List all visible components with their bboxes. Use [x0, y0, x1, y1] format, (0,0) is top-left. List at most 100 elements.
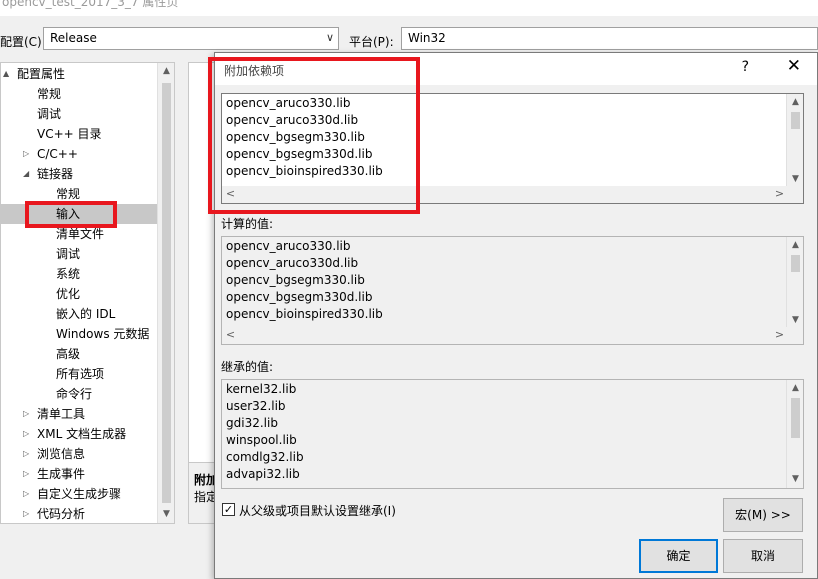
dialog-title: 附加依赖项	[224, 64, 285, 78]
tree-item-label: 输入	[56, 207, 81, 221]
expander-icon[interactable]: ▷	[23, 464, 29, 484]
tree-item[interactable]: 优化	[1, 284, 158, 304]
computed-values-box[interactable]: opencv_aruco330.lib opencv_aruco330d.lib o…	[221, 236, 804, 345]
tree-item-label: VC++ 目录	[37, 127, 102, 141]
tree-item[interactable]: 高级	[1, 344, 158, 364]
inherited-scroll-thumb[interactable]	[791, 398, 800, 438]
expander-icon[interactable]: ▷	[23, 444, 29, 464]
tree-item[interactable]: 常规	[1, 84, 158, 104]
tree-item-label: 所有选项	[56, 367, 105, 381]
dependencies-edit-box[interactable]: opencv_aruco330.lib opencv_aruco330d.lib o…	[221, 93, 804, 204]
cancel-button[interactable]: 取消	[723, 539, 803, 573]
ok-button[interactable]: 确定	[639, 539, 718, 573]
edit-scroll-thumb[interactable]	[791, 112, 800, 129]
tree-item[interactable]: ▲ 配置属性	[1, 64, 158, 84]
scroll-down-icon[interactable]: ▼	[787, 471, 803, 488]
list-item: opencv_bgsegm330.lib	[226, 273, 365, 287]
expander-icon[interactable]: ◢	[23, 164, 29, 184]
expander-icon[interactable]: ▷	[23, 484, 29, 504]
expander-icon[interactable]: ▲	[3, 64, 9, 84]
expander-icon[interactable]: ▷	[23, 144, 29, 164]
expander-icon[interactable]: ▷	[23, 424, 29, 444]
additional-dependencies-dialog: 附加依赖项 ? ✕ opencv_aruco330.lib opencv_aruc…	[214, 52, 818, 579]
property-grid[interactable]	[188, 62, 216, 524]
tree-item[interactable]: 调试	[1, 244, 158, 264]
computed-hscrollbar[interactable]: < >	[222, 327, 788, 344]
tree-item[interactable]: Windows 元数据	[1, 324, 158, 344]
edit-hscrollbar[interactable]: < >	[222, 186, 788, 203]
tree-item[interactable]: 常规	[1, 184, 158, 204]
help-icon[interactable]: ?	[742, 59, 749, 75]
tree-item-label: 高级	[56, 347, 81, 361]
scroll-left-icon[interactable]: <	[222, 327, 239, 344]
scroll-left-icon[interactable]: <	[222, 186, 239, 203]
tree-item-label: XML 文档生成器	[37, 427, 127, 441]
tree-item-label: 链接器	[37, 167, 74, 181]
tree-item-label: 清单文件	[56, 227, 105, 241]
tree-scrollbar[interactable]: ▲ ▼	[157, 63, 174, 523]
tree-item[interactable]: 命令行	[1, 384, 158, 404]
inherit-checkbox[interactable]: ✓	[222, 503, 235, 516]
list-item: opencv_bioinspired330.lib	[226, 164, 383, 178]
config-dropdown[interactable]: Release ∨	[43, 27, 339, 50]
computed-vscrollbar[interactable]: ▲ ▼	[786, 237, 803, 329]
list-item: gdi32.lib	[226, 416, 278, 430]
list-item: opencv_aruco330d.lib	[226, 256, 359, 270]
tree-scroll-thumb[interactable]	[162, 83, 171, 503]
computed-scroll-thumb[interactable]	[791, 255, 800, 272]
tree-item[interactable]: ◢ 链接器	[1, 164, 158, 184]
inherit-checkbox-label[interactable]: 从父级或项目默认设置继承(I)	[239, 502, 396, 519]
inherited-values-box[interactable]: kernel32.lib user32.lib gdi32.lib winspool.…	[221, 379, 804, 489]
scroll-up-icon[interactable]: ▲	[158, 63, 174, 80]
scroll-up-icon[interactable]: ▲	[787, 380, 803, 397]
tree-item[interactable]: ▷ 自定义生成步骤	[1, 484, 158, 504]
edit-vscrollbar[interactable]: ▲ ▼	[786, 94, 803, 188]
tree-item-label: 浏览信息	[37, 447, 86, 461]
tree-item[interactable]: ▷ XML 文档生成器	[1, 424, 158, 444]
tree-item[interactable]: ▷ C/C++	[1, 144, 158, 164]
platform-dropdown[interactable]: Win32	[401, 27, 818, 50]
list-item: opencv_bioinspired330.lib	[226, 307, 383, 321]
tree-item-label: 生成事件	[37, 467, 86, 481]
macros-button[interactable]: 宏(M) >>	[723, 498, 803, 532]
list-item: opencv_bgsegm330d.lib	[226, 147, 373, 161]
platform-value: Win32	[408, 31, 446, 45]
dialog-titlebar: 附加依赖项 ? ✕	[215, 53, 817, 85]
description-title: 附加	[194, 473, 216, 487]
list-item: kernel32.lib	[226, 382, 297, 396]
list-item: user32.lib	[226, 399, 286, 413]
computed-values-label: 计算的值:	[221, 217, 274, 231]
scroll-up-icon[interactable]: ▲	[787, 94, 803, 111]
tree-item-label: 自定义生成步骤	[37, 487, 122, 501]
tree-item[interactable]: ▷ 代码分析	[1, 504, 158, 523]
expander-icon[interactable]: ▷	[23, 504, 29, 523]
scroll-down-icon[interactable]: ▼	[158, 506, 174, 523]
config-value: Release	[50, 31, 97, 45]
tree-item[interactable]: 系统	[1, 264, 158, 284]
property-tree[interactable]: ▲ 配置属性 常规 调试 VC++ 目录 ▷ C/C++ ◢ 链接器 常规 输入 清单文件 调试 系统 优化…	[0, 62, 175, 524]
tree-item-label: 命令行	[56, 387, 93, 401]
expander-icon[interactable]: ▷	[23, 404, 29, 424]
config-label: 配置(C):	[0, 35, 46, 49]
tree-item[interactable]: ▷ 浏览信息	[1, 444, 158, 464]
tree-item[interactable]: ▷ 生成事件	[1, 464, 158, 484]
close-icon[interactable]: ✕	[787, 56, 801, 76]
tree-item-label: 系统	[56, 267, 81, 281]
tree-item[interactable]: 调试	[1, 104, 158, 124]
tree-item[interactable]: VC++ 目录	[1, 124, 158, 144]
tree-item-label: 清单工具	[37, 407, 86, 421]
tree-item-label: 调试	[37, 107, 62, 121]
tree-item[interactable]: 嵌入的 IDL	[1, 304, 158, 324]
scroll-up-icon[interactable]: ▲	[787, 237, 803, 254]
tree-item-label: 代码分析	[37, 507, 86, 521]
tree-item[interactable]: 所有选项	[1, 364, 158, 384]
inherited-values-label: 继承的值:	[221, 360, 274, 374]
tree-item[interactable]: ▷ 清单工具	[1, 404, 158, 424]
tree-item-label: 配置属性	[17, 67, 66, 81]
tree-item-label: Windows 元数据	[56, 327, 150, 341]
tree-item-label: 调试	[56, 247, 81, 261]
list-item: opencv_bgsegm330.lib	[226, 130, 365, 144]
tree-item[interactable]: 清单文件	[1, 224, 158, 244]
inherited-vscrollbar[interactable]: ▲ ▼	[786, 380, 803, 488]
tree-item[interactable]: 输入	[1, 204, 158, 224]
